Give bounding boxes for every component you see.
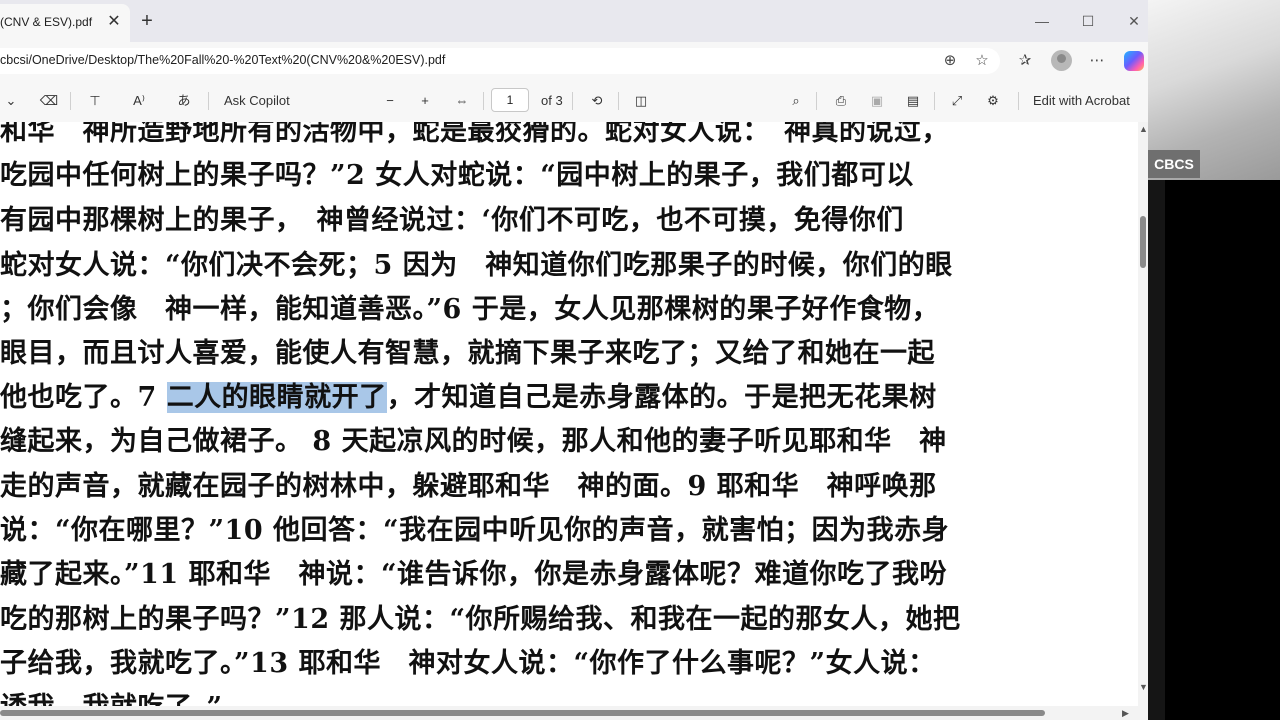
toolbar-divider <box>934 92 935 110</box>
toolbar-divider <box>70 92 71 110</box>
selected-text[interactable]: 二人的眼睛就开了 <box>166 382 387 413</box>
edit-with-acrobat-button[interactable]: Edit with Acrobat <box>1033 91 1130 111</box>
erase-icon[interactable]: ⌫ <box>38 91 60 111</box>
vertical-scroll-thumb[interactable] <box>1140 216 1146 268</box>
copilot-icon[interactable] <box>1124 51 1144 71</box>
url-field[interactable]: cbcsi/OneDrive/Desktop/The%20Fall%20-%20… <box>0 48 1000 74</box>
profile-avatar[interactable] <box>1051 50 1072 71</box>
vertical-scrollbar[interactable]: ▲ ▼ <box>1138 122 1148 706</box>
tab-strip: (CNV & ESV).pdf ✕ + — ☐ ✕ <box>0 0 1148 42</box>
scroll-down-icon[interactable]: ▼ <box>1139 682 1148 692</box>
text-line: 藏了起来。”11 耶和华 神说：“谁告诉你，你是赤身露体呢？难道你吃了我吩 <box>0 559 948 590</box>
text-line: 说：“你在哪里？”10 他回答：“我在园中听见你的声音，就害怕；因为我赤身 <box>0 515 950 546</box>
scroll-up-icon[interactable]: ▲ <box>1139 124 1148 134</box>
toolbar-divider <box>208 92 209 110</box>
fullscreen-icon[interactable]: ⤢ <box>946 91 968 111</box>
more-options-icon[interactable]: ⋯ <box>1085 49 1109 73</box>
favorites-icon[interactable]: ✰ <box>1013 49 1037 73</box>
background-video-area <box>1165 180 1280 720</box>
browser-window: (CNV & ESV).pdf ✕ + — ☐ ✕ cbcsi/OneDrive… <box>0 0 1148 720</box>
pdf-page[interactable]: 和华 神所造野地所有的活物中，蛇是最狡猾的。蛇对女人说： 神真的说过， 吃园中任… <box>0 122 1138 706</box>
minimize-icon[interactable]: — <box>1030 10 1054 32</box>
read-aloud-icon[interactable]: A⁾ <box>128 91 150 111</box>
rotate-icon[interactable]: ⟲ <box>586 91 608 111</box>
toolbar-divider <box>483 92 484 110</box>
toolbar-divider <box>1018 92 1019 110</box>
ask-copilot-button[interactable]: Ask Copilot <box>224 91 290 111</box>
text-line: 蛇对女人说：“你们决不会死；5 因为 神知道你们吃那果子的时候，你们的眼 <box>0 250 953 281</box>
text-line: 和华 神所造野地所有的活物中，蛇是最狡猾的。蛇对女人说： 神真的说过， <box>0 122 949 147</box>
text-line: ；你们会像 神一样，能知道善恶。”6 于是，女人见那棵树的果子好作食物， <box>0 294 940 325</box>
text-line-with-selection: 他也吃了。7 二人的眼睛就开了，才知道自己是赤身露体的。于是把无花果树 <box>0 375 937 414</box>
zoom-in-icon[interactable]: + <box>415 91 435 111</box>
page-view-icon[interactable]: ◫ <box>630 91 652 111</box>
text-segment: 他也吃了。7 <box>0 382 167 413</box>
close-window-icon[interactable]: ✕ <box>1122 10 1146 32</box>
toolbar-divider <box>618 92 619 110</box>
scroll-right-icon[interactable]: ▶ <box>1122 708 1129 718</box>
chevron-down-icon[interactable]: ⌄ <box>4 91 18 111</box>
text-line: 缝起来，为自己做裙子。 8 天起凉风的时候，那人和他的妻子听见耶和华 神 <box>0 426 947 457</box>
url-text: cbcsi/OneDrive/Desktop/The%20Fall%20-%20… <box>0 53 446 67</box>
text-line: 眼目，而且讨人喜爱，能使人有智慧，就摘下果子来吃了；又给了和她在一起 <box>0 338 935 369</box>
horizontal-scrollbar[interactable]: ▶ <box>0 706 1148 720</box>
toolbar-divider <box>816 92 817 110</box>
search-icon[interactable]: ⌕ <box>785 91 807 111</box>
text-line: 吃的那树上的果子吗？”12 那人说：“你所赐给我、和我在一起的那女人，她把 <box>0 604 961 635</box>
favorite-star-icon[interactable]: ☆ <box>970 49 994 73</box>
text-line: 子给我，我就吃了。”13 耶和华 神对女人说：“你作了什么事呢？”女人说： <box>0 648 936 679</box>
cbcs-label: CBCS <box>1148 150 1200 178</box>
browser-tab[interactable]: (CNV & ESV).pdf ✕ <box>0 4 130 42</box>
fit-page-icon[interactable]: ⇔ <box>451 91 473 111</box>
text-line: 吃园中任何树上的果子吗？”2 女人对蛇说：“园中树上的果子，我们都可以 <box>0 160 914 191</box>
save-icon[interactable]: ▣ <box>866 91 888 111</box>
print-icon[interactable]: ⎙ <box>830 91 852 111</box>
translate-icon[interactable]: あ <box>172 91 196 111</box>
zoom-icon[interactable]: ⊕ <box>938 49 962 73</box>
settings-gear-icon[interactable]: ⚙ <box>982 91 1004 111</box>
tab-title: (CNV & ESV).pdf <box>0 15 93 29</box>
text-segment: ，才知道自己是赤身露体的。于是把无花果树 <box>386 382 937 413</box>
text-line: 走的声音，就藏在园子的树林中，躲避耶和华 神的面。9 耶和华 神呼唤那 <box>0 471 937 502</box>
text-tool-icon[interactable]: ⊤ <box>84 91 106 111</box>
zoom-out-icon[interactable]: − <box>380 91 400 111</box>
tab-close-icon[interactable]: ✕ <box>104 12 124 32</box>
page-total-label: of 3 <box>541 93 563 108</box>
horizontal-scroll-thumb[interactable] <box>0 710 1045 716</box>
text-line: 诱我，我就吃了。” <box>0 685 223 706</box>
save-as-icon[interactable]: ▤ <box>902 91 924 111</box>
maximize-icon[interactable]: ☐ <box>1076 10 1100 32</box>
text-line: 有园中那棵树上的果子， 神曾经说过：‘你们不可吃，也不可摸，免得你们 <box>0 205 904 236</box>
toolbar-divider <box>572 92 573 110</box>
page-number-input[interactable] <box>491 88 529 112</box>
new-tab-icon[interactable]: + <box>136 11 158 33</box>
